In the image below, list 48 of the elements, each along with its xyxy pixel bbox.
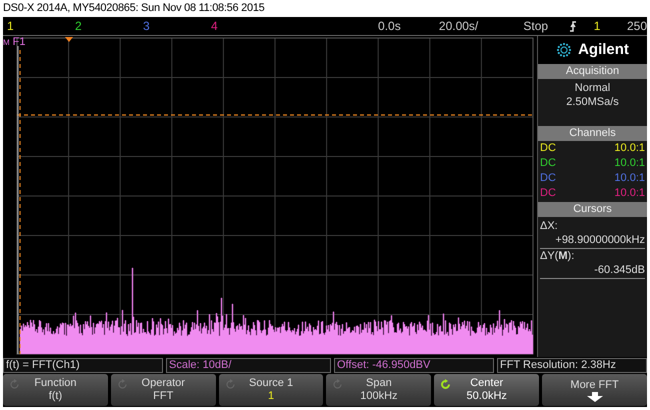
channel-coupling: DC: [540, 186, 556, 201]
delay-readout: 0.0s: [377, 18, 401, 35]
channel-coupling: DC: [540, 171, 556, 186]
channel-coupling: DC: [540, 156, 556, 171]
info-readout: Offset: -46.950dBV: [334, 358, 494, 373]
brand-name: Agilent: [578, 40, 629, 60]
softkey-button[interactable]: Source 1 1: [218, 374, 324, 406]
info-readout: Scale: 10dB/: [166, 358, 331, 373]
rotate-knob-icon: [332, 379, 344, 390]
section-header: Channels: [538, 126, 647, 141]
probe-ratio: 10.0:1: [614, 156, 645, 171]
trigger-level: 250: [626, 18, 647, 35]
trigger-source: 1: [592, 18, 600, 35]
softkey-button[interactable]: Center 50.0kHz: [434, 374, 540, 406]
sample-rate: 2.50MSa/s: [565, 95, 620, 109]
channel-label: 2: [75, 19, 82, 33]
softkey-button[interactable]: Operator FFT: [110, 374, 216, 406]
rotate-knob-icon: [440, 379, 452, 390]
delta-x-value: +98.90000000kHz: [540, 233, 645, 249]
info-readout: f(t) = FFT(Ch1): [3, 358, 163, 373]
acquisition-mode: Normal: [574, 81, 612, 95]
probe-ratio: 10.0:1: [614, 141, 645, 156]
window-title: DS0-X 2014A, MY54020865: Sun Nov 08 11:08:56 2015: [2, 1, 266, 16]
probe-ratio: 10.0:1: [614, 171, 645, 186]
softkey-button[interactable]: Function f(t): [3, 374, 108, 406]
rotate-knob-icon: [224, 379, 236, 390]
run-state: Stop: [522, 18, 548, 35]
delta-y-value: -60.345dB: [540, 263, 645, 279]
timebase-readout: 20.00s/: [438, 18, 478, 35]
section-header: Cursors: [538, 202, 647, 217]
function-label: F1: [12, 36, 26, 48]
marker-label: M: [3, 38, 10, 48]
softkey-button[interactable]: Span 100kHz: [326, 374, 432, 406]
rotate-knob-icon: [9, 379, 20, 390]
channel-label: 3: [143, 19, 150, 33]
softkey-button[interactable]: More FFT: [542, 374, 647, 406]
channel-label: 1: [7, 19, 14, 33]
delta-x-label: ΔX:: [540, 219, 559, 233]
channel-coupling: DC: [540, 141, 556, 156]
rotate-knob-icon: [116, 379, 128, 390]
down-arrow-icon: [586, 392, 603, 402]
probe-ratio: 10.0:1: [614, 186, 645, 201]
section-header: Acquisition: [538, 64, 647, 79]
starburst-logo-icon: [556, 42, 572, 58]
trigger-edge-icon: [569, 20, 578, 32]
delta-y-label: ΔY(M):: [540, 249, 576, 263]
channel-label: 4: [211, 19, 218, 33]
info-readout: FFT Resolution: 2.38Hz: [497, 358, 647, 373]
